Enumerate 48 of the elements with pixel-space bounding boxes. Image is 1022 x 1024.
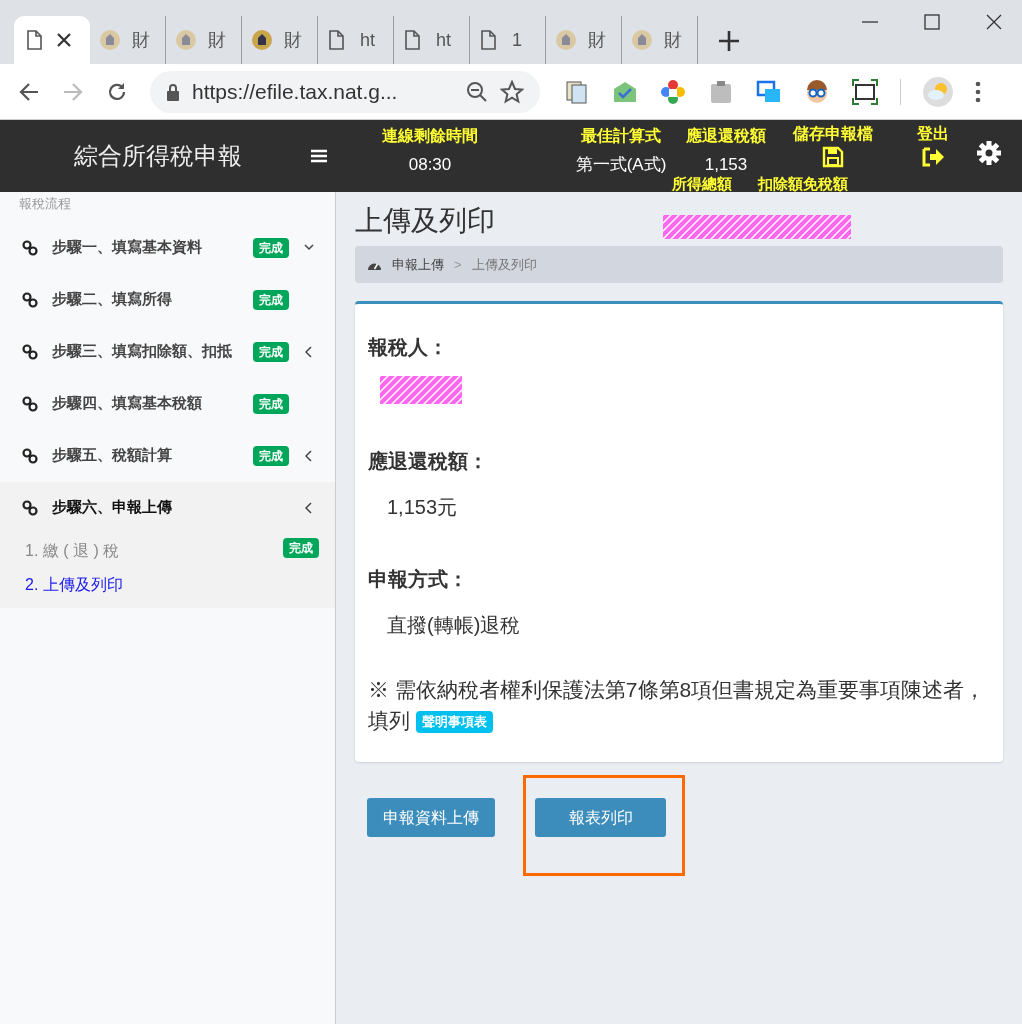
tab-title: 1 [512, 28, 522, 52]
field-label: 報稅人： [368, 335, 449, 360]
stat-value: 1,153 [704, 154, 748, 176]
tab-title: 財 [132, 28, 150, 52]
field-label: 應退還稅額： [368, 449, 489, 474]
url-text: https://efile.tax.nat.g... [192, 78, 399, 105]
tab-title: 財 [208, 28, 226, 52]
tab-title: 財 [284, 28, 302, 52]
stat-label: 所得總額 [672, 176, 732, 192]
action-button[interactable]: 報表列印 [535, 798, 666, 837]
field-value: 直撥(轉帳)退稅 [387, 613, 521, 638]
field-label: 申報方式： [368, 567, 469, 592]
app-title: 綜合所得稅申報 [74, 141, 243, 171]
page-title: 上傳及列印 [355, 204, 495, 238]
done-badge: 完成 [283, 537, 319, 558]
stat-label: 應退還稅額 [686, 126, 766, 146]
tab-title: ht [360, 28, 375, 52]
address-bar[interactable]: https://efile.tax.nat.g... [150, 70, 540, 113]
note-text: ※ 需依納稅者權利保護法第7條第8項但書規定為重要事項陳述者，填列 聲明事項表 [368, 677, 987, 736]
done-badge: 完成 [253, 341, 289, 362]
done-badge: 完成 [253, 289, 289, 310]
sidebar-item[interactable]: 步驟四、填寫基本稅額 完成 [0, 377, 335, 430]
save-button[interactable]: 儲存申報檔 [787, 124, 879, 170]
logout-button[interactable]: 登出 [903, 124, 963, 170]
sidebar-item[interactable]: 步驟二、填寫所得 完成 [0, 273, 335, 326]
sidebar-subitem[interactable]: 2. 上傳及列印 [0, 567, 335, 602]
field-value: 1,153元 [387, 495, 458, 520]
stat-value: 第一式(A式) [575, 154, 667, 176]
breadcrumb-link[interactable]: 申報上傳 [392, 254, 444, 275]
sidebar-subitem[interactable]: 1. 繳 ( 退 ) 稅 完成 [0, 533, 335, 568]
tab-title: 財 [664, 28, 682, 52]
sidebar-item[interactable]: 步驟五、稅額計算 完成 [0, 429, 335, 482]
stat-label: 連線剩餘時間 [382, 126, 478, 146]
stat-value: 08:30 [408, 154, 452, 176]
done-badge: 完成 [253, 445, 289, 466]
breadcrumb-separator: > [454, 255, 462, 274]
sidebar-heading: 報稅流程 [18, 195, 71, 213]
stat-label: 最佳計算式 [581, 126, 661, 146]
sidebar-item[interactable]: 步驟一、填寫基本資料 完成 [0, 221, 335, 274]
tab-title: ht [436, 28, 451, 52]
done-badge: 完成 [253, 237, 289, 258]
done-badge: 完成 [253, 393, 289, 414]
breadcrumb-current: 上傳及列印 [471, 255, 537, 274]
action-button[interactable]: 申報資料上傳 [367, 798, 495, 837]
tab-title: 財 [588, 28, 606, 52]
sidebar-item[interactable]: 步驟六、申報上傳 [0, 481, 335, 534]
stat-label: 扣除額免稅額 [758, 176, 848, 192]
sidebar-item[interactable]: 步驟三、填寫扣除額、扣抵 完成 [0, 325, 335, 378]
